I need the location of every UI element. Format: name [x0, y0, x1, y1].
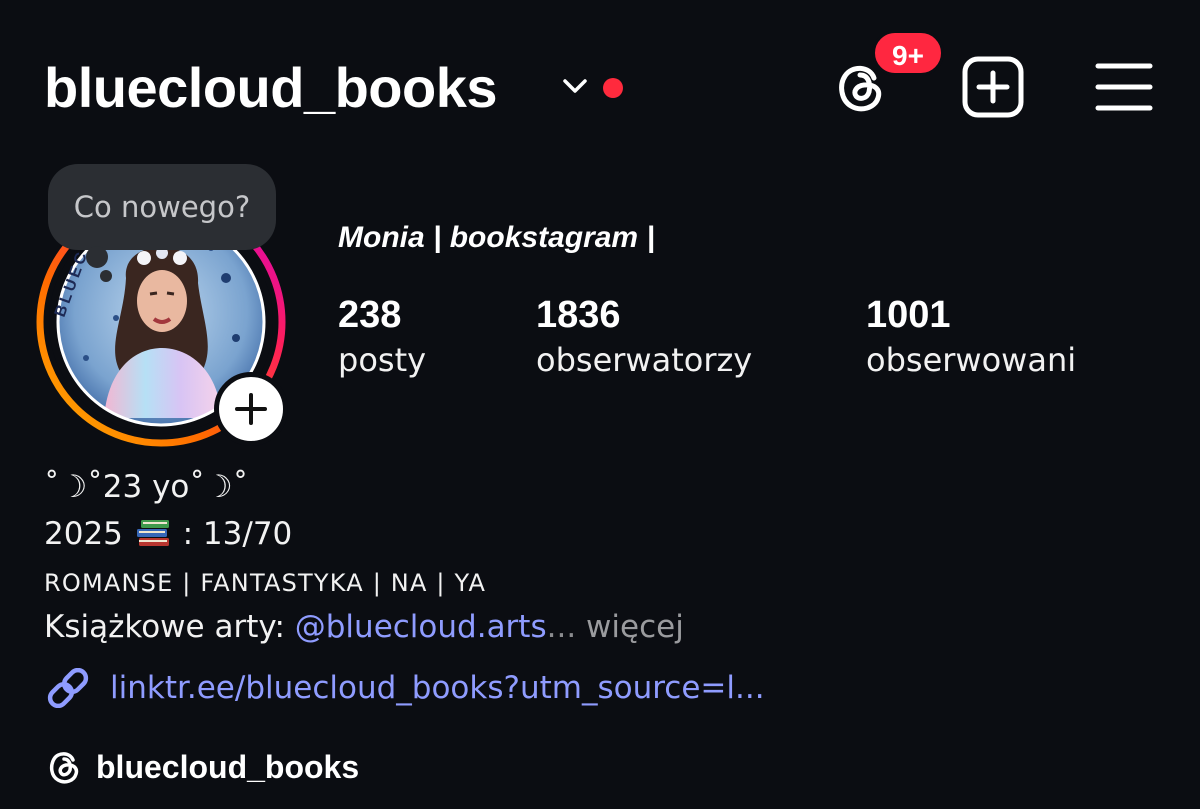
bio-line-arts: Książkowe arty: @bluecloud.arts... więce… — [44, 606, 684, 648]
notifications-badge[interactable]: 9+ — [872, 30, 944, 76]
unread-dot — [603, 78, 623, 98]
threads-handle: bluecloud_books — [96, 749, 360, 785]
bio-line-reading-goal: 2025 : 13/70 — [44, 513, 292, 555]
stat-posts-count: 238 — [338, 294, 402, 336]
bio-line-age: ˚☽˚23 yo˚☽˚ — [44, 469, 249, 505]
books-emoji-icon — [136, 520, 169, 546]
profile-page: bluecloud_books 9+ BLUEC Co nowego? Moni… — [0, 0, 1200, 809]
stat-followers[interactable]: 1836 obserwatorzy — [536, 292, 752, 382]
bio-mention-link[interactable]: @bluecloud.arts — [295, 609, 547, 645]
stat-followers-count: 1836 — [536, 294, 621, 336]
bio-arts-prefix: Książkowe arty: — [44, 609, 295, 645]
note-bubble-text: Co nowego? — [73, 190, 251, 224]
note-bubble-tail — [86, 246, 108, 268]
stat-followers-label: obserwatorzy — [536, 341, 753, 379]
bio-line-genres: ROMANSE | FANTASTYKA | NA | YA — [44, 569, 487, 597]
bio-goal-progress: : 13/70 — [182, 516, 293, 552]
stat-following-count: 1001 — [866, 294, 951, 336]
bio-goal-year: 2025 — [44, 516, 123, 552]
bio-more-button[interactable]: więcej — [576, 609, 684, 645]
link-icon — [47, 668, 89, 708]
stat-following-label: obserwowani — [866, 341, 1077, 379]
bio-link-text: linktr.ee/bluecloud_books?utm_source=l..… — [110, 670, 765, 706]
create-post-icon[interactable] — [960, 56, 1026, 118]
profile-username[interactable]: bluecloud_books — [44, 52, 498, 124]
stat-posts[interactable]: 238 posty — [338, 292, 426, 382]
threads-icon — [49, 752, 79, 784]
plus-icon — [235, 393, 267, 425]
note-bubble[interactable]: Co nowego? — [48, 164, 276, 250]
stat-following[interactable]: 1001 obserwowani — [866, 292, 1076, 382]
menu-icon[interactable] — [1094, 60, 1154, 114]
bio-ellipsis: ... — [546, 609, 577, 645]
stat-posts-label: posty — [338, 341, 427, 379]
add-story-button[interactable] — [214, 372, 288, 446]
chevron-down-icon[interactable] — [560, 76, 590, 96]
profile-display-name: Monia | bookstagram | — [338, 221, 655, 254]
note-bubble-tail-small — [100, 270, 112, 282]
